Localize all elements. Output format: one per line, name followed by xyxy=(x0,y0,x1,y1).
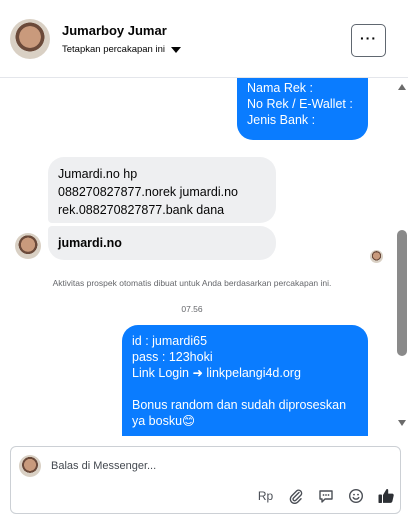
message-line xyxy=(132,381,358,397)
message-line: ya bosku😊 xyxy=(132,414,196,428)
conversation-header: Jumarboy Jumar Tetapkan percakapan ini ·… xyxy=(0,0,408,78)
saved-replies-button[interactable] xyxy=(315,486,336,507)
incoming-message[interactable]: jumardi.no xyxy=(48,226,276,260)
sender-avatar xyxy=(15,233,41,259)
emoji-button[interactable] xyxy=(345,486,366,507)
composer-toolbar: Rp xyxy=(255,485,396,507)
more-icon: ··· xyxy=(360,29,377,46)
caret-down-icon xyxy=(171,46,181,53)
message-line: Link Login ➜ linkpelangi4d.org xyxy=(132,366,301,380)
thread-scrollbar[interactable] xyxy=(396,78,408,436)
incoming-message[interactable]: Jumardi.no hp 088270827877.norek jumardi… xyxy=(48,157,276,223)
seen-receipt-avatar xyxy=(370,250,383,263)
contact-avatar[interactable] xyxy=(10,19,50,59)
message-line: No Rek / E-Wallet : xyxy=(247,97,353,111)
assign-conversation-dropdown[interactable]: Tetapkan percakapan ini xyxy=(62,44,181,55)
assign-conversation-label: Tetapkan percakapan ini xyxy=(62,44,165,55)
attach-file-button[interactable] xyxy=(285,486,306,507)
scroll-down-arrow-icon[interactable] xyxy=(398,420,406,426)
message-line: Bonus random dan sudah diproseskan xyxy=(132,398,347,412)
page-avatar xyxy=(19,455,41,477)
payment-request-button[interactable]: Rp xyxy=(255,486,276,507)
message-line: Jenis Bank : xyxy=(247,113,316,127)
message-line: 088270827877.norek jumardi.no xyxy=(58,185,238,199)
like-button[interactable] xyxy=(375,486,396,507)
chat-bubble-icon xyxy=(318,490,333,503)
scroll-up-arrow-icon[interactable] xyxy=(398,84,406,90)
smiley-icon xyxy=(348,488,363,504)
message-timestamp: 07.56 xyxy=(181,304,203,314)
thumbs-up-icon xyxy=(378,489,394,503)
message-line: rek.088270827877.bank dana xyxy=(58,203,225,217)
reply-composer: Rp xyxy=(10,446,401,514)
more-options-button[interactable]: ··· xyxy=(351,24,386,57)
outgoing-message[interactable]: Nama Rek : No Rek / E-Wallet : Jenis Ban… xyxy=(237,78,368,140)
message-thread: Nama Rek : No Rek / E-Wallet : Jenis Ban… xyxy=(0,78,396,436)
message-line: jumardi.no xyxy=(58,236,122,250)
paperclip-icon xyxy=(289,489,302,504)
message-line: Jumardi.no hp xyxy=(58,167,138,181)
lead-activity-notice: Aktivitas prospek otomatis dibuat untuk … xyxy=(52,278,332,288)
contact-name[interactable]: Jumarboy Jumar xyxy=(62,23,167,38)
message-line: Nama Rek : xyxy=(247,81,313,95)
message-line: pass : 123hoki xyxy=(132,350,213,364)
reply-input[interactable] xyxy=(51,457,381,475)
scrollbar-thumb[interactable] xyxy=(397,230,407,356)
payment-request-label: Rp xyxy=(257,489,274,503)
outgoing-message[interactable]: id : jumardi65 pass : 123hoki Link Login… xyxy=(122,325,368,436)
message-line: id : jumardi65 xyxy=(132,334,208,348)
